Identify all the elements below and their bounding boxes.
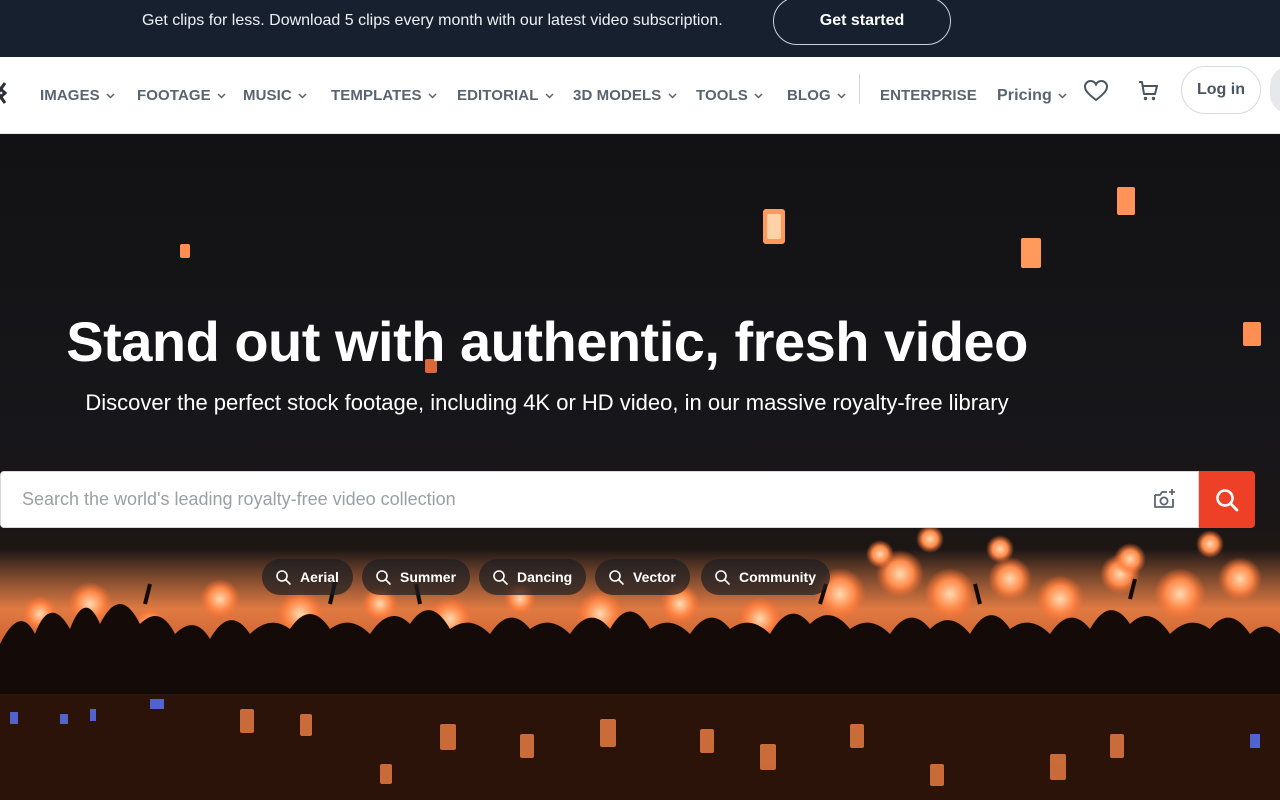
nav-item-enterprise[interactable]: ENTERPRISE — [880, 57, 977, 134]
heart-icon[interactable] — [1082, 77, 1110, 105]
chip-label: Summer — [400, 569, 457, 585]
nav-item-label: EDITORIAL — [457, 87, 539, 104]
search-icon — [492, 569, 509, 586]
nav-item-label: 3D MODELS — [573, 87, 662, 104]
hero-section: Stand out with authentic, fresh video Di… — [0, 134, 1280, 800]
chevron-down-icon — [837, 91, 847, 101]
search-button[interactable] — [1199, 471, 1255, 528]
search-input[interactable] — [0, 471, 1199, 528]
nav-item-images[interactable]: IMAGES — [40, 57, 116, 134]
nav-item-label: IMAGES — [40, 87, 100, 104]
hero-title: Stand out with authentic, fresh video — [66, 310, 1028, 373]
nav-item-3d-models[interactable]: 3D MODELS — [573, 57, 677, 134]
nav-item-templates[interactable]: TEMPLATES — [331, 57, 438, 134]
chevron-down-icon — [754, 91, 764, 101]
chip-label: Vector — [633, 569, 676, 585]
get-started-button[interactable]: Get started — [773, 0, 951, 45]
nav-item-label: TOOLS — [696, 87, 748, 104]
suggestion-chip-aerial[interactable]: Aerial — [262, 559, 353, 595]
login-button[interactable]: Log in — [1181, 66, 1261, 114]
logo[interactable] — [0, 57, 12, 134]
chip-label: Community — [739, 569, 816, 585]
search-icon — [608, 569, 625, 586]
nav-item-blog[interactable]: BLOG — [787, 57, 847, 134]
chevron-down-icon — [217, 91, 227, 101]
promo-text: Get clips for less. Download 5 clips eve… — [142, 12, 723, 29]
nav-item-label: FOOTAGE — [137, 87, 211, 104]
cart-icon[interactable] — [1134, 77, 1162, 105]
suggestion-chip-community[interactable]: Community — [701, 559, 830, 595]
signup-button[interactable] — [1270, 66, 1280, 114]
search-icon — [1216, 488, 1239, 511]
chip-label: Aerial — [300, 569, 339, 585]
suggestion-chip-dancing[interactable]: Dancing — [479, 559, 587, 595]
promo-bar: Get clips for less. Download 5 clips eve… — [0, 0, 1280, 57]
camera-search-icon[interactable] — [1151, 485, 1179, 513]
nav-item-label: TEMPLATES — [331, 87, 422, 104]
nav-item-label: Pricing — [997, 86, 1052, 104]
nav-item-editorial[interactable]: EDITORIAL — [457, 57, 554, 134]
hero-subtitle: Discover the perfect stock footage, incl… — [85, 390, 1009, 415]
nav-item-music[interactable]: MUSIC — [243, 57, 308, 134]
chevron-down-icon — [298, 91, 308, 101]
chevron-down-icon — [544, 91, 554, 101]
search-icon — [375, 569, 392, 586]
nav-item-pricing[interactable]: Pricing — [997, 57, 1068, 134]
nav-item-label: MUSIC — [243, 87, 292, 104]
chevron-down-icon — [1058, 91, 1068, 101]
search-bar — [0, 471, 1255, 528]
suggestion-chip-summer[interactable]: Summer — [362, 559, 471, 595]
nav-divider — [859, 74, 860, 104]
chevron-down-icon — [428, 91, 438, 101]
search-icon — [714, 569, 731, 586]
nav-item-tools[interactable]: TOOLS — [696, 57, 764, 134]
main-nav: IMAGES FOOTAGE MUSIC TEMPLATES EDITORIAL… — [0, 57, 1280, 134]
chip-label: Dancing — [517, 569, 573, 585]
nav-item-label: BLOG — [787, 87, 831, 104]
suggestion-chip-vector[interactable]: Vector — [595, 559, 690, 595]
chevron-down-icon — [106, 91, 116, 101]
search-icon — [275, 569, 292, 586]
nav-item-label: ENTERPRISE — [880, 87, 977, 104]
chevron-down-icon — [667, 91, 677, 101]
nav-item-footage[interactable]: FOOTAGE — [137, 57, 227, 134]
hero-background-image — [0, 187, 1280, 800]
